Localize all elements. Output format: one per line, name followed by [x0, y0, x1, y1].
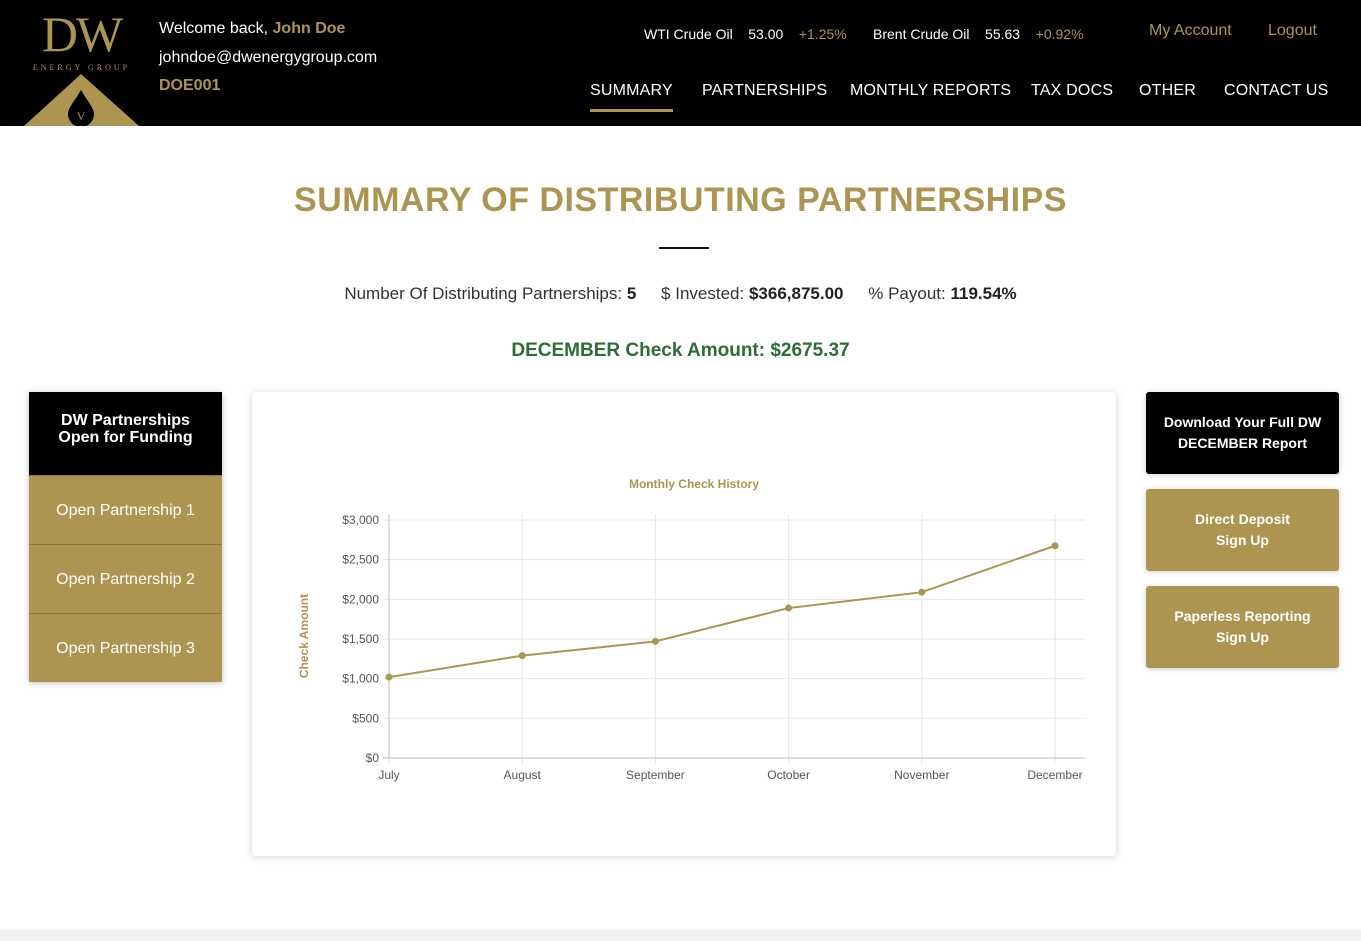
- chart-title: Monthly Check History: [629, 477, 759, 491]
- data-point: [651, 637, 659, 645]
- logo-mark: V: [77, 109, 86, 123]
- x-tick-label: September: [626, 768, 685, 782]
- chart-y-axis-label: Check Amount: [297, 594, 311, 678]
- chart-series: [385, 542, 1059, 681]
- stat-invested-label: $ Invested:: [661, 284, 745, 303]
- stat-payout: % Payout: 119.54%: [868, 284, 1016, 303]
- nav-summary[interactable]: SUMMARY: [590, 82, 673, 112]
- account-id: DOE001: [159, 77, 221, 94]
- logo-subtitle: ENERGY GROUP: [32, 63, 131, 72]
- open-partnerships-heading-text: DW Partnerships Open for Funding: [58, 412, 193, 446]
- open-partnerships-panel: DW Partnerships Open for Funding Open Pa…: [29, 392, 222, 682]
- x-tick-label: August: [504, 768, 542, 782]
- footer-strip: [0, 930, 1361, 941]
- paperless-reporting-label: Paperless Reporting Sign Up: [1174, 608, 1311, 645]
- my-account-link[interactable]: My Account: [1149, 22, 1232, 40]
- stat-count-value: 5: [626, 284, 637, 303]
- nav-partnerships[interactable]: PARTNERSHIPS: [702, 82, 827, 100]
- title-divider: [659, 247, 709, 249]
- stat-payout-value: 119.54%: [950, 284, 1017, 303]
- chart-grid: [383, 514, 1085, 764]
- x-tick-label: October: [767, 768, 810, 782]
- x-tick-label: November: [894, 768, 949, 782]
- check-amount: DECEMBER Check Amount: $2675.37: [511, 340, 850, 361]
- ticker-brent: Brent Crude Oil 55.63 +0.92%: [873, 24, 1084, 44]
- ticker-price: 53.00: [748, 26, 784, 42]
- y-tick-label: $1,500: [342, 632, 379, 646]
- dw-logo[interactable]: DW ENERGY GROUP V: [24, 0, 139, 126]
- direct-deposit-button[interactable]: Direct Deposit Sign Up: [1146, 489, 1339, 571]
- ticker-change: +1.25%: [798, 26, 847, 42]
- open-partnership-3[interactable]: Open Partnership 3: [29, 613, 222, 682]
- ticker-name: Brent Crude Oil: [873, 26, 970, 42]
- ticker-change: +0.92%: [1035, 26, 1084, 42]
- logo-drop-icon: V: [24, 74, 139, 126]
- y-tick-label: $2,000: [342, 592, 379, 606]
- y-tick-label: $3,000: [342, 513, 379, 527]
- x-tick-label: December: [1027, 768, 1082, 782]
- open-partnerships-heading: DW Partnerships Open for Funding: [29, 392, 222, 475]
- chart-axes: [383, 514, 1085, 759]
- stat-count-label: Number Of Distributing Partnerships:: [344, 284, 623, 303]
- paperless-reporting-button[interactable]: Paperless Reporting Sign Up: [1146, 586, 1339, 668]
- welcome-prefix: Welcome back,: [159, 20, 269, 37]
- page-title: SUMMARY OF DISTRIBUTING PARTNERSHIPS: [294, 181, 1067, 219]
- stat-count: Number Of Distributing Partnerships: 5: [344, 284, 636, 303]
- data-point: [385, 673, 393, 681]
- data-point: [918, 588, 926, 596]
- ticker-wti: WTI Crude Oil 53.00 +1.25%: [644, 24, 847, 44]
- stat-payout-label: % Payout:: [868, 284, 946, 303]
- nav-tax-docs[interactable]: TAX DOCS: [1031, 82, 1113, 100]
- nav-monthly-reports[interactable]: MONTHLY REPORTS: [850, 82, 1011, 100]
- open-partnership-1[interactable]: Open Partnership 1: [29, 475, 222, 544]
- user-email: johndoe@dwenergygroup.com: [159, 49, 378, 66]
- data-point: [518, 652, 526, 660]
- stat-invested-value: $366,875.00: [748, 284, 844, 303]
- y-tick-label: $500: [352, 711, 379, 725]
- nav-contact-us[interactable]: CONTACT US: [1224, 82, 1329, 100]
- ticker-price: 55.63: [985, 26, 1021, 42]
- series-line: [388, 544, 1056, 679]
- chart-card: Monthly Check History Check Amount $0 $50…: [252, 392, 1116, 856]
- y-tick-label: $1,000: [342, 672, 379, 686]
- data-point: [785, 604, 793, 612]
- download-report-button[interactable]: Download Your Full DW DECEMBER Report: [1146, 392, 1339, 474]
- y-tick-label: $0: [366, 751, 380, 765]
- ticker-name: WTI Crude Oil: [644, 26, 733, 42]
- user-name: John Doe: [272, 20, 346, 37]
- y-tick-label: $2,500: [342, 553, 379, 567]
- logout-link[interactable]: Logout: [1268, 22, 1317, 40]
- open-partnership-2[interactable]: Open Partnership 2: [29, 544, 222, 613]
- chart-x-ticks: July August September October November Decemb…: [378, 768, 1082, 782]
- summary-stats: Number Of Distributing Partnerships: 5 $…: [0, 284, 1361, 304]
- site-header: DW ENERGY GROUP V Welcome back, John Doe…: [0, 0, 1361, 126]
- direct-deposit-label: Direct Deposit Sign Up: [1195, 511, 1290, 548]
- monthly-check-chart: Monthly Check History Check Amount $0 $50…: [297, 477, 1085, 782]
- chart-y-ticks: $0 $500 $1,000 $1,500 $2,000 $2,500 $3,000: [342, 513, 379, 765]
- logo-text: DW: [41, 6, 123, 62]
- welcome-message: Welcome back, John Doe: [159, 20, 345, 38]
- nav-other[interactable]: OTHER: [1139, 82, 1196, 100]
- x-tick-label: July: [378, 768, 399, 782]
- data-point: [1051, 542, 1059, 550]
- stat-invested: $ Invested: $366,875.00: [661, 284, 843, 303]
